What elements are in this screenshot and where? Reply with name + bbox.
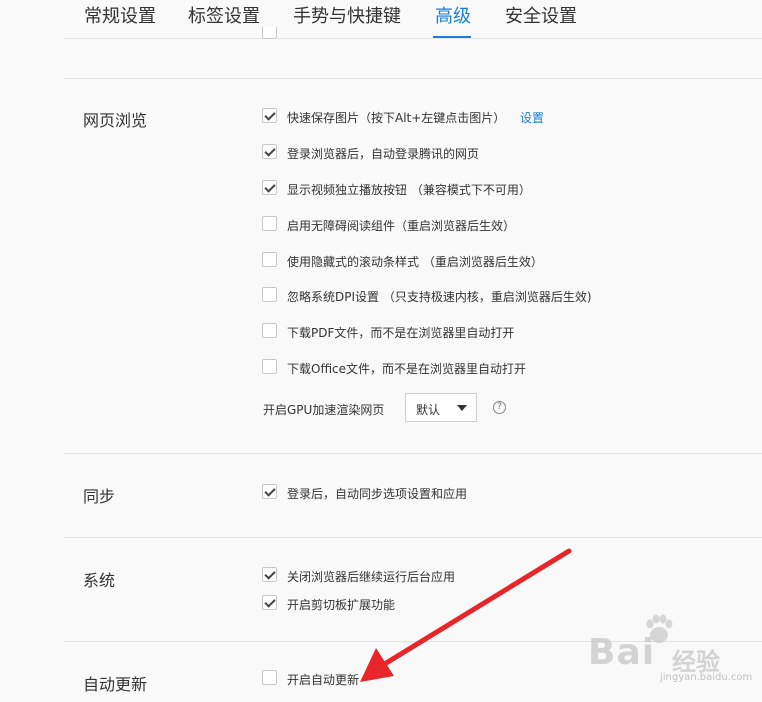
- baidu-jingyan-watermark: Bai 经验 jingyan.baidu.com: [584, 612, 760, 688]
- option-ignore-dpi-checkbox[interactable]: [262, 287, 277, 302]
- tab-security[interactable]: 安全设置: [505, 2, 577, 28]
- option-auto-update-checkbox[interactable]: [262, 670, 277, 685]
- option-auto-sync-label: 登录后，自动同步选项设置和应用: [287, 487, 468, 501]
- section-title-system: 系统: [83, 571, 116, 590]
- option-quick-save-image-label: 快速保存图片（按下Alt+左键点击图片）: [287, 111, 506, 125]
- section-divider: [64, 78, 762, 79]
- option-video-popout-button-checkbox[interactable]: [262, 180, 277, 195]
- section-title-sync: 同步: [83, 487, 116, 506]
- help-icon[interactable]: ?: [493, 401, 506, 414]
- section-title-auto-update: 自动更新: [83, 675, 148, 694]
- option-auto-login-tencent-checkbox[interactable]: [262, 144, 277, 159]
- section-divider: [64, 537, 762, 538]
- option-auto-login-tencent-label: 登录浏览器后，自动登录腾讯的网页: [287, 147, 480, 161]
- option-background-apps-checkbox[interactable]: [262, 567, 277, 582]
- section-title-web-browsing: 网页浏览: [83, 111, 148, 130]
- tab-gestures-shortcuts[interactable]: 手势与快捷键: [293, 2, 401, 28]
- option-download-office-label: 下载Office文件，而不是在浏览器里自动打开: [287, 362, 527, 376]
- tab-divider: [64, 38, 762, 39]
- previous-option-checkbox[interactable]: [262, 27, 277, 39]
- option-hidden-scrollbar-checkbox[interactable]: [262, 252, 277, 267]
- option-download-office-checkbox[interactable]: [262, 359, 277, 374]
- tab-general[interactable]: 常规设置: [84, 2, 156, 28]
- option-quick-save-image-checkbox[interactable]: [262, 108, 277, 123]
- section-divider: [64, 453, 762, 454]
- option-hidden-scrollbar-label: 使用隐藏式的滚动条样式 （重启浏览器后生效）: [287, 255, 543, 269]
- option-auto-update-label: 开启自动更新: [287, 673, 360, 687]
- dropdown-arrow-icon: [457, 405, 467, 411]
- settings-tab-bar: 常规设置 标签设置 手势与快捷键 高级 安全设置: [0, 0, 762, 38]
- tab-tab-settings[interactable]: 标签设置: [188, 2, 260, 28]
- option-auto-sync-checkbox[interactable]: [262, 484, 277, 499]
- gpu-acceleration-select[interactable]: 默认: [405, 393, 477, 422]
- option-accessibility-reader-checkbox[interactable]: [262, 216, 277, 231]
- option-accessibility-reader-label: 启用无障碍阅读组件（重启浏览器后生效）: [287, 219, 516, 233]
- option-download-pdf-checkbox[interactable]: [262, 323, 277, 338]
- option-background-apps-label: 关闭浏览器后继续运行后台应用: [287, 570, 456, 584]
- option-video-popout-button-label: 显示视频独立播放按钮 （兼容模式下不可用）: [287, 183, 531, 197]
- tab-advanced[interactable]: 高级: [435, 2, 471, 28]
- gpu-acceleration-label: 开启GPU加速渲染网页: [263, 403, 385, 417]
- quick-save-settings-link[interactable]: 设置: [520, 109, 544, 126]
- option-download-pdf-label: 下载PDF文件，而不是在浏览器里自动打开: [287, 326, 515, 340]
- gpu-acceleration-value: 默认: [416, 403, 441, 417]
- option-ignore-dpi-label: 忽略系统DPI设置 （只支持极速内核，重启浏览器后生效): [287, 290, 592, 304]
- option-clipboard-extension-label: 开启剪切板扩展功能: [287, 598, 396, 612]
- watermark-brand: Bai: [588, 632, 656, 673]
- watermark-url: jingyan.baidu.com: [660, 672, 753, 683]
- option-clipboard-extension-checkbox[interactable]: [262, 595, 277, 610]
